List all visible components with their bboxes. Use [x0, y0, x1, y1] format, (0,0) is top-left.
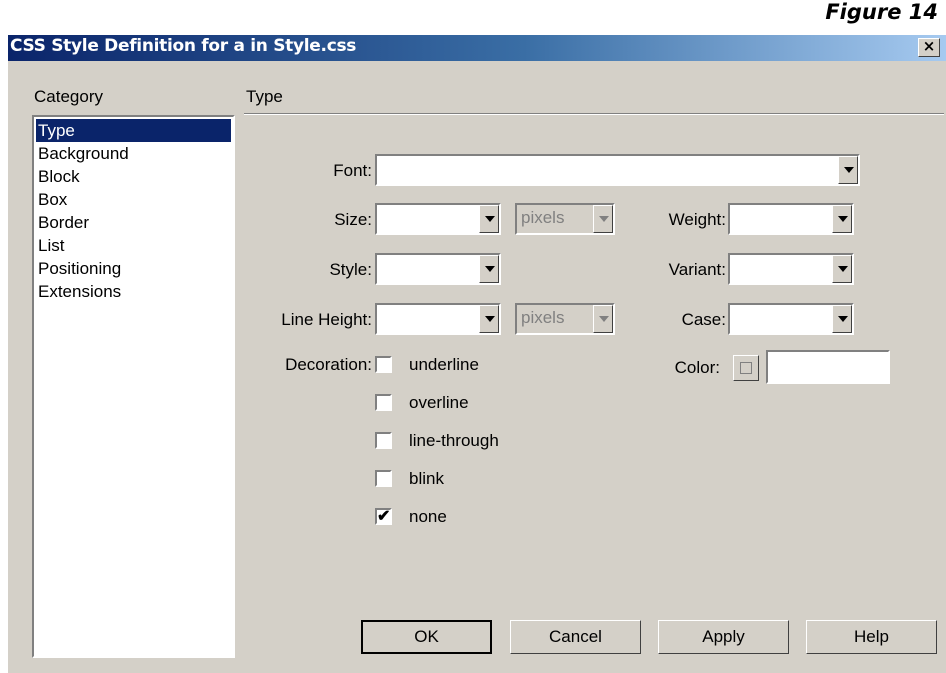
line-through-label: line-through — [409, 431, 499, 450]
case-label: Case: — [681, 310, 726, 329]
blink-label: blink — [409, 469, 444, 488]
size-unit-dropdown-button[interactable] — [593, 205, 613, 233]
case-dropdown-button[interactable] — [832, 305, 852, 333]
title-bar[interactable]: CSS Style Definition for a in Style.css … — [8, 35, 946, 61]
category-item-box[interactable]: Box — [36, 188, 231, 211]
category-list[interactable]: Type Background Block Box Border List Po… — [32, 115, 235, 658]
underline-label: underline — [409, 355, 479, 374]
category-item-background[interactable]: Background — [36, 142, 231, 165]
blink-checkbox[interactable] — [375, 470, 392, 487]
window-title: CSS Style Definition for a in Style.css — [10, 36, 357, 56]
size-unit-select[interactable]: pixels — [515, 203, 615, 235]
weight-label: Weight: — [668, 210, 726, 229]
line-height-unit-value: pixels — [521, 308, 565, 327]
line-through-checkbox[interactable] — [375, 432, 392, 449]
weight-select[interactable] — [728, 203, 854, 235]
style-label: Style: — [329, 260, 372, 279]
category-item-positioning[interactable]: Positioning — [36, 257, 231, 280]
line-height-unit-dropdown-button[interactable] — [593, 305, 613, 333]
ok-button[interactable]: OK — [361, 620, 492, 654]
dialog-window: CSS Style Definition for a in Style.css … — [8, 35, 946, 673]
style-select[interactable] — [375, 253, 501, 285]
underline-checkbox[interactable] — [375, 356, 392, 373]
weight-dropdown-button[interactable] — [832, 205, 852, 233]
overline-label: overline — [409, 393, 469, 412]
line-height-select[interactable] — [375, 303, 501, 335]
overline-checkbox[interactable] — [375, 394, 392, 411]
line-height-unit-select[interactable]: pixels — [515, 303, 615, 335]
style-dropdown-button[interactable] — [479, 255, 499, 283]
variant-label: Variant: — [668, 260, 726, 279]
size-unit-value: pixels — [521, 208, 565, 227]
size-label: Size: — [334, 210, 372, 229]
apply-button[interactable]: Apply — [658, 620, 789, 654]
size-select[interactable] — [375, 203, 501, 235]
line-height-label: Line Height: — [281, 310, 372, 329]
check-mark-icon: ✔ — [377, 508, 391, 525]
color-label: Color: — [674, 358, 720, 377]
category-item-border[interactable]: Border — [36, 211, 231, 234]
font-label: Font: — [333, 161, 372, 180]
variant-dropdown-button[interactable] — [832, 255, 852, 283]
category-item-list[interactable]: List — [36, 234, 231, 257]
color-picker-button[interactable] — [733, 355, 759, 381]
size-dropdown-button[interactable] — [479, 205, 499, 233]
category-item-type[interactable]: Type — [36, 119, 231, 142]
decoration-label: Decoration: — [285, 355, 372, 374]
line-height-dropdown-button[interactable] — [479, 305, 499, 333]
category-item-extensions[interactable]: Extensions — [36, 280, 231, 303]
category-item-block[interactable]: Block — [36, 165, 231, 188]
none-checkbox[interactable]: ✔ — [375, 508, 392, 525]
close-button[interactable]: × — [918, 38, 940, 57]
panel-title: Type — [246, 87, 283, 106]
close-icon: × — [922, 37, 936, 55]
variant-select[interactable] — [728, 253, 854, 285]
panel-separator — [244, 113, 944, 115]
help-button[interactable]: Help — [806, 620, 937, 654]
case-select[interactable] — [728, 303, 854, 335]
figure-label: Figure 14 — [825, 0, 938, 24]
font-select[interactable] — [375, 154, 860, 186]
category-label: Category — [34, 87, 103, 106]
font-dropdown-button[interactable] — [838, 156, 858, 184]
cancel-button[interactable]: Cancel — [510, 620, 641, 654]
none-label: none — [409, 507, 447, 526]
color-input[interactable] — [766, 350, 890, 384]
